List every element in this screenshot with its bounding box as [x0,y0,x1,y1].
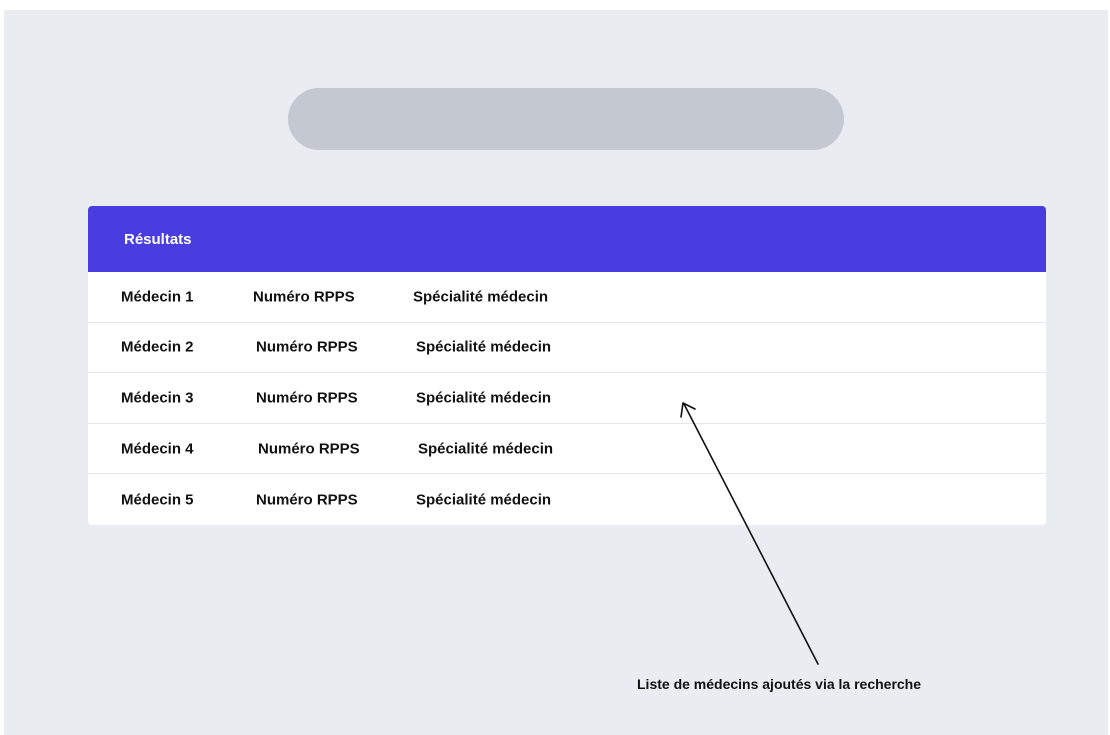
table-row[interactable]: Médecin 5 Numéro RPPS Spécialité médecin [88,474,1046,525]
table-row[interactable]: Médecin 2 Numéro RPPS Spécialité médecin [88,323,1046,374]
doctor-name: Médecin 5 [121,491,194,509]
table-row[interactable]: Médecin 1 Numéro RPPS Spécialité médecin [88,272,1046,323]
doctor-specialty: Spécialité médecin [418,440,554,458]
results-header: Résultats [88,206,1046,272]
doctor-name: Médecin 1 [121,288,194,306]
results-title: Résultats [124,230,192,248]
doctor-specialty: Spécialité médecin [416,491,552,509]
search-bar[interactable] [288,88,844,150]
doctor-name: Médecin 2 [121,338,194,356]
doctor-name: Médecin 3 [121,389,194,407]
rpps-number: Numéro RPPS [253,288,355,306]
rpps-number: Numéro RPPS [256,338,358,356]
doctor-name: Médecin 4 [121,440,194,458]
rpps-number: Numéro RPPS [256,389,358,407]
doctor-specialty: Spécialité médecin [416,338,552,356]
rpps-number: Numéro RPPS [256,491,358,509]
table-row[interactable]: Médecin 3 Numéro RPPS Spécialité médecin [88,373,1046,424]
doctor-specialty: Spécialité médecin [416,389,552,407]
results-panel: Résultats Médecin 1 Numéro RPPS Spéciali… [88,206,1046,525]
annotation-note: Liste de médecins ajoutés via la recherc… [637,676,922,692]
rpps-number: Numéro RPPS [258,440,360,458]
table-row[interactable]: Médecin 4 Numéro RPPS Spécialité médecin [88,424,1046,475]
doctor-specialty: Spécialité médecin [413,288,549,306]
